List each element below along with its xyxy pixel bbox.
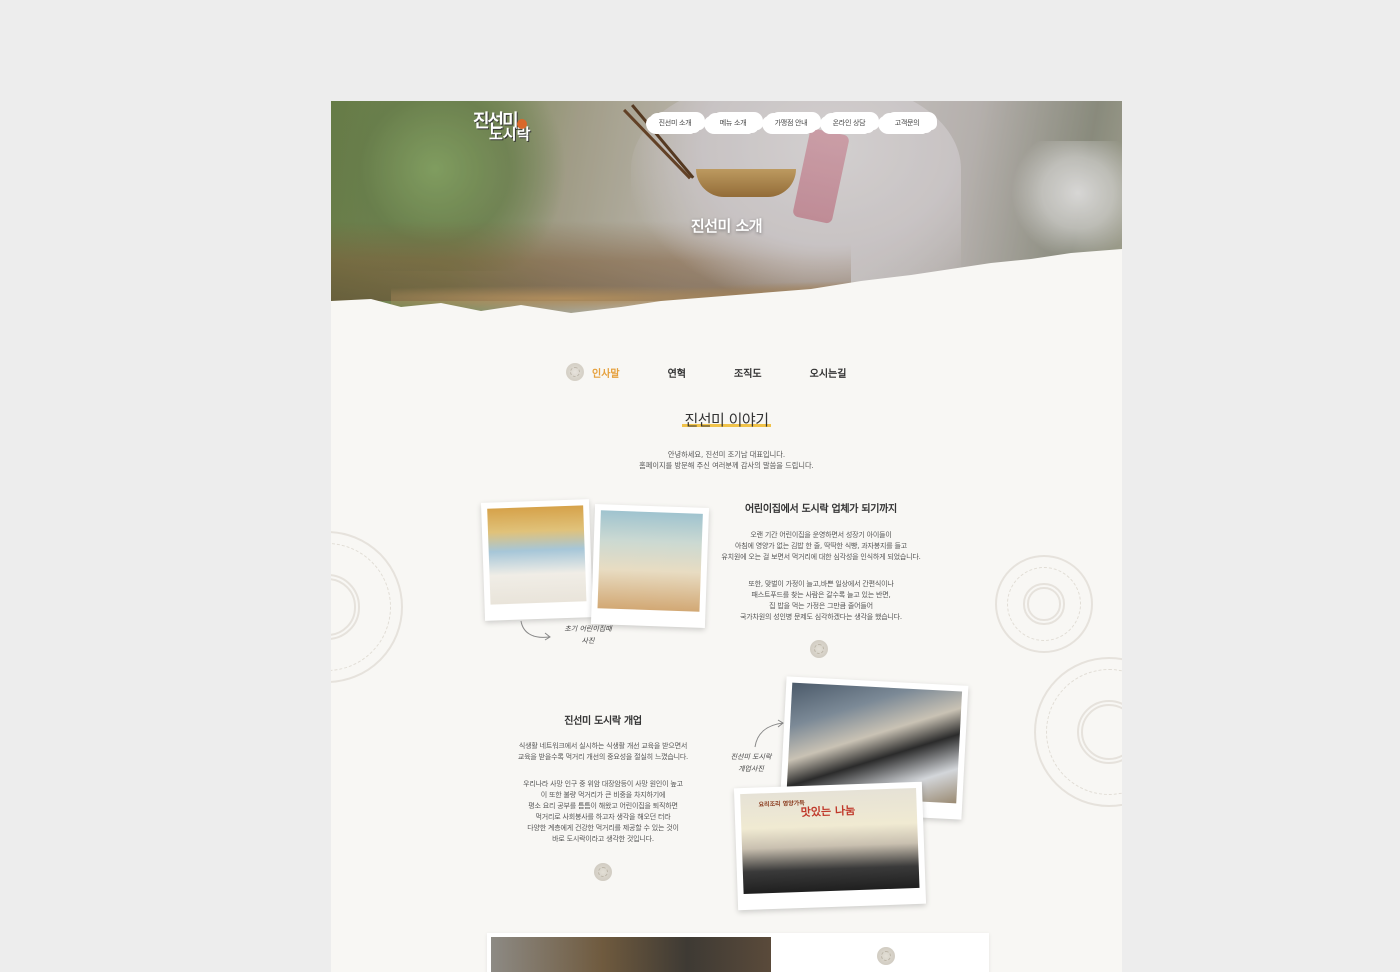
- nav-item-about[interactable]: 진선미 소개: [649, 111, 701, 135]
- tab-greeting[interactable]: 인사말: [566, 363, 620, 381]
- story-intro: 안녕하세요, 진선미 조기남 대표입니다. 홈페이지를 방문해 주신 여러분께 …: [639, 450, 814, 470]
- section1-title: 어린이집에서 도시락 업체가 되기까지: [745, 504, 897, 515]
- section-divider-icon: [877, 947, 895, 965]
- page-content: 진선미 도시락 진선미 소개 메뉴 소개 가맹점 안내 온라인 상담 고객문의 …: [331, 101, 1122, 972]
- photo-kindergarten-1: [480, 499, 594, 621]
- sub-tabs: 인사말 연혁 조직도 오시는길: [566, 363, 894, 381]
- logo-mark-icon: [517, 119, 527, 129]
- section1-body: 오랜 기간 어린이집을 운영하면서 성장기 아이들이 아침에 영양가 없는 김밥…: [721, 531, 921, 621]
- tab-history[interactable]: 연혁: [668, 365, 686, 380]
- section-divider-icon: [810, 640, 828, 658]
- nav-item-contact[interactable]: 고객문의: [881, 111, 933, 135]
- banner-big-text: 맛있는 나눔: [800, 804, 856, 819]
- nav-item-consult[interactable]: 온라인 상담: [823, 111, 875, 135]
- nav-item-menu[interactable]: 메뉴 소개: [707, 111, 759, 135]
- banner-small-text: 요리조리 영양가득: [758, 799, 805, 809]
- tab-active-icon: [566, 363, 584, 381]
- next-section-card: [487, 933, 989, 972]
- photo-kindergarten-2: [590, 504, 710, 628]
- photo-opening-banner: 요리조리 영양가득 맛있는 나눔: [733, 781, 927, 911]
- ornament-right: [995, 555, 1093, 653]
- photo-caption-1: 초기 어린이집때 사진: [564, 625, 612, 645]
- torn-paper-edge: [331, 249, 1122, 351]
- tab-organization[interactable]: 조직도: [734, 365, 762, 380]
- arrow-decoration: [754, 719, 784, 748]
- ornament-left: [331, 531, 403, 683]
- photo-caption-2: 진선미 도시락 개업사진: [730, 753, 772, 773]
- logo[interactable]: 진선미 도시락: [473, 107, 533, 145]
- section2-title: 진선미 도시락 개업: [564, 716, 642, 727]
- nav-item-franchise[interactable]: 가맹점 안내: [765, 111, 817, 135]
- hero-title: 진선미 소개: [690, 217, 763, 235]
- tab-directions[interactable]: 오시는길: [810, 365, 847, 380]
- story-title: 진선미 이야기: [682, 409, 771, 430]
- section2-body: 식생활 네트워크에서 실시하는 식생활 개선 교육을 받으면서 교육을 받을수록…: [517, 742, 689, 843]
- section-divider-icon: [594, 863, 612, 881]
- ornament-right-large: [1034, 657, 1122, 807]
- main-nav: 진선미 소개 메뉴 소개 가맹점 안내 온라인 상담 고객문의: [649, 111, 933, 135]
